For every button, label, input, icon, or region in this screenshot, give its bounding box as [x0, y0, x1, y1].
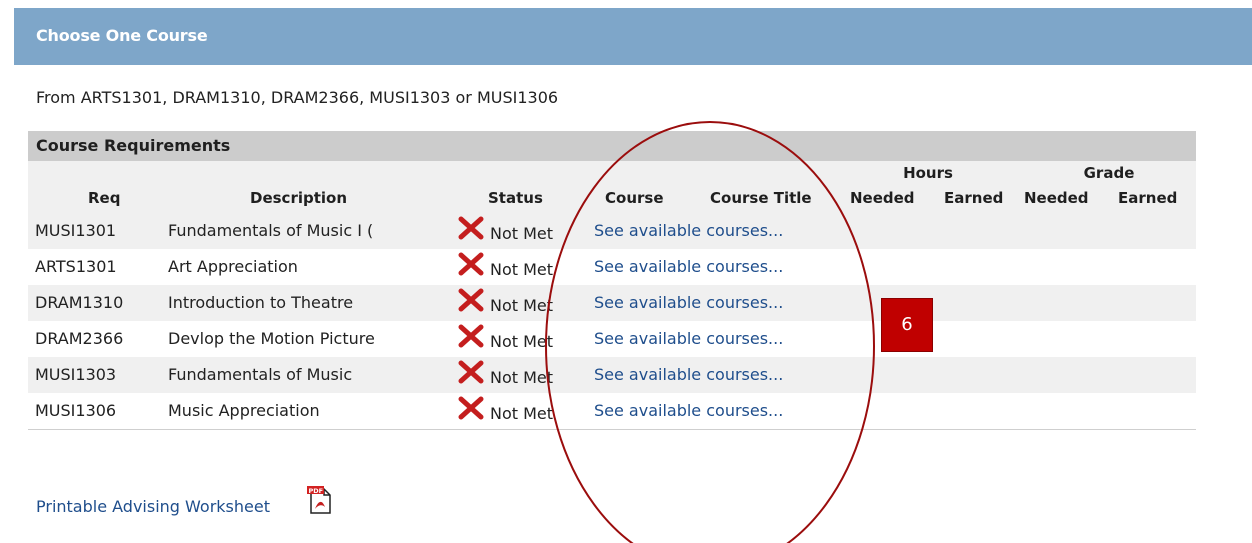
req-description: Art Appreciation — [168, 257, 298, 276]
status-text: Not Met — [490, 260, 554, 279]
table-bottom-divider — [28, 429, 1196, 430]
req-description: Devlop the Motion Picture — [168, 329, 375, 348]
table-row: MUSI1301 Fundamentals of Music I ( Not M… — [28, 213, 1196, 249]
course-column-header: Course — [605, 189, 664, 207]
course-options-text: From ARTS1301, DRAM1310, DRAM2366, MUSI1… — [36, 88, 559, 107]
svg-text:PDF: PDF — [309, 487, 324, 495]
section-title: Choose One Course — [36, 26, 208, 45]
requirements-title: Course Requirements — [36, 136, 231, 155]
status-text: Not Met — [490, 224, 554, 243]
table-row: MUSI1306 Music Appreciation Not Met See … — [28, 393, 1196, 429]
see-available-courses-link[interactable]: See available courses... — [594, 401, 783, 420]
course-requirements-table: Course Requirements Hours Grade Req Desc… — [28, 131, 1196, 430]
hours-group-header: Hours — [903, 164, 953, 182]
see-available-courses-link[interactable]: See available courses... — [594, 293, 783, 312]
status-text: Not Met — [490, 296, 554, 315]
hours-needed-header: Needed — [850, 189, 915, 207]
hours-earned-header: Earned — [944, 189, 1004, 207]
status-text: Not Met — [490, 368, 554, 387]
not-met-x-icon — [458, 288, 484, 316]
annotation-number-badge: 6 — [881, 298, 933, 352]
req-description: Music Appreciation — [168, 401, 320, 420]
req-description: Fundamentals of Music I ( — [168, 221, 374, 240]
not-met-x-icon — [458, 324, 484, 352]
req-code: ARTS1301 — [35, 257, 117, 276]
grade-needed-header: Needed — [1024, 189, 1089, 207]
grade-group-header: Grade — [1083, 164, 1135, 182]
table-row: MUSI1303 Fundamentals of Music Not Met S… — [28, 357, 1196, 393]
not-met-x-icon — [458, 360, 484, 388]
see-available-courses-link[interactable]: See available courses... — [594, 257, 783, 276]
pdf-icon[interactable]: PDF — [306, 484, 334, 516]
table-row: DRAM2366 Devlop the Motion Picture Not M… — [28, 321, 1196, 357]
course-title-column-header: Course Title — [710, 189, 812, 207]
status-text: Not Met — [490, 404, 554, 423]
req-description: Fundamentals of Music — [168, 365, 353, 384]
req-description: Introduction to Theatre — [168, 293, 354, 312]
req-code: MUSI1306 — [35, 401, 117, 420]
table-row: DRAM1310 Introduction to Theatre Not Met… — [28, 285, 1196, 321]
req-column-header: Req — [88, 189, 121, 207]
status-column-header: Status — [488, 189, 543, 207]
printable-advising-worksheet-link[interactable]: Printable Advising Worksheet — [36, 497, 270, 516]
grade-earned-header: Earned — [1118, 189, 1178, 207]
description-column-header: Description — [250, 189, 348, 207]
not-met-x-icon — [458, 252, 484, 280]
req-code: DRAM1310 — [35, 293, 124, 312]
table-header: Hours Grade Req Description Status Cours… — [28, 161, 1196, 213]
table-row: ARTS1301 Art Appreciation Not Met See av… — [28, 249, 1196, 285]
requirements-title-bar: Course Requirements — [28, 131, 1196, 161]
section-header: Choose One Course — [14, 8, 1252, 65]
req-code: MUSI1301 — [35, 221, 117, 240]
see-available-courses-link[interactable]: See available courses... — [594, 329, 783, 348]
not-met-x-icon — [458, 396, 484, 424]
see-available-courses-link[interactable]: See available courses... — [594, 221, 783, 240]
req-code: DRAM2366 — [35, 329, 124, 348]
req-code: MUSI1303 — [35, 365, 117, 384]
not-met-x-icon — [458, 216, 484, 244]
status-text: Not Met — [490, 332, 554, 351]
see-available-courses-link[interactable]: See available courses... — [594, 365, 783, 384]
